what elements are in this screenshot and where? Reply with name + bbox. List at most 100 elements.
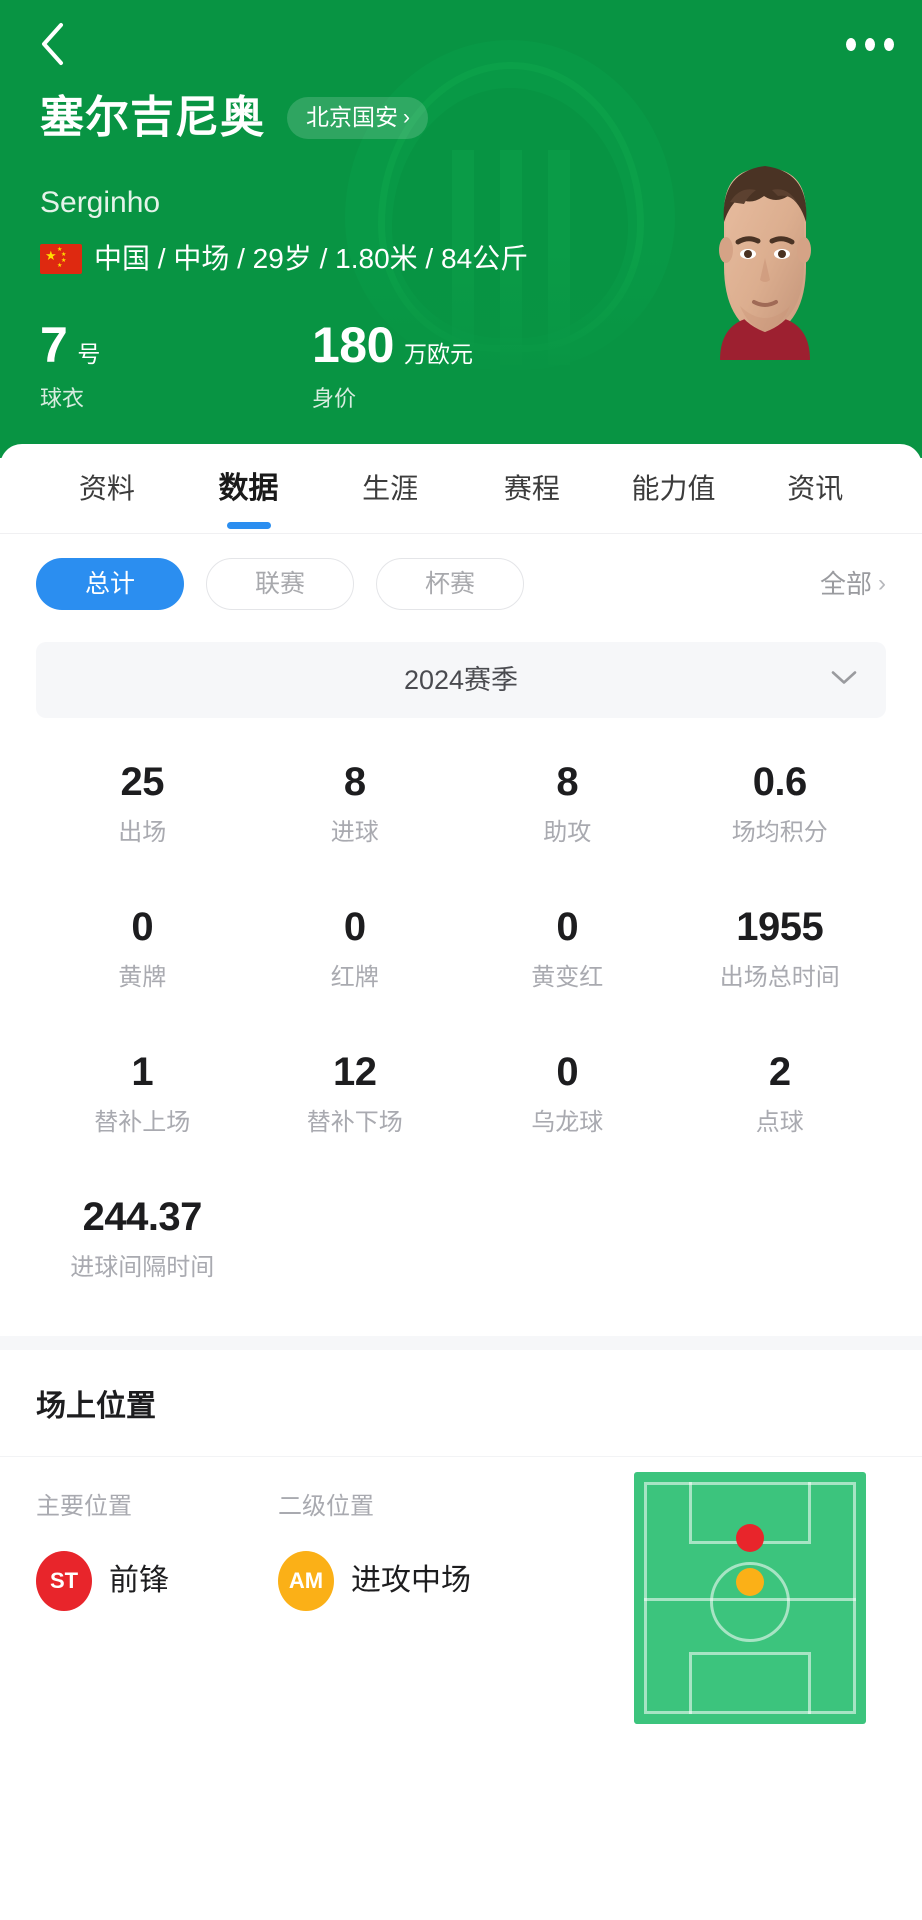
primary-position-badge: ST	[36, 1551, 92, 1611]
chip-league-label: 联赛	[254, 569, 305, 598]
team-link-pill[interactable]: 北京国安 ›	[287, 97, 428, 139]
section-divider	[0, 1336, 922, 1350]
more-dot-1	[846, 37, 856, 51]
kpi-jersey-label: 球衣	[40, 386, 85, 411]
stat-label: 替补上场	[94, 1109, 191, 1136]
kpi-market-value-amount: 180	[312, 317, 394, 373]
secondary-position-title: 二级位置	[278, 1493, 374, 1520]
chip-cup[interactable]: 杯赛	[376, 558, 524, 610]
tab-ratings[interactable]: 能力值	[603, 472, 745, 504]
stat-red-cards: 0 红牌	[249, 907, 462, 990]
more-options-button[interactable]	[840, 18, 900, 70]
stat-empty-1	[249, 1197, 462, 1280]
chip-total[interactable]: 总计	[36, 558, 184, 610]
pitch-secondary-position-dot	[736, 1568, 764, 1596]
primary-position-name: 前锋	[109, 1564, 169, 1597]
stat-value: 244.37	[82, 1195, 203, 1239]
tab-bar: 资料 数据 生涯 赛程 能力值 资讯	[0, 444, 922, 534]
position-section-title: 场上位置	[0, 1350, 922, 1457]
stat-label: 出场	[118, 819, 167, 846]
tab-news[interactable]: 资讯	[744, 472, 886, 504]
stat-label: 黄牌	[118, 964, 167, 991]
player-profile-page: 塞尔吉尼奥 北京国安 › Serginho ★ ★ ★ ★ ★ 中国 / 中场 …	[0, 0, 922, 1920]
tab-active-underline	[226, 521, 271, 529]
tab-ratings-label: 能力值	[631, 472, 716, 504]
stat-empty-2	[461, 1197, 674, 1280]
chevron-down-icon	[830, 670, 858, 691]
stat-appearances: 25 出场	[36, 762, 249, 845]
stat-label: 点球	[755, 1109, 804, 1136]
stat-value: 1955	[736, 905, 824, 949]
flag-small-star-4: ★	[57, 263, 63, 269]
stat-goals: 8 进球	[249, 762, 462, 845]
stat-subbed-off: 12 替补下场	[249, 1052, 462, 1135]
chevron-right-icon: ›	[878, 570, 886, 597]
stat-value: 0.6	[752, 760, 808, 804]
stat-label: 黄变红	[531, 964, 604, 991]
stat-minutes-played: 1955 出场总时间	[674, 907, 887, 990]
stat-penalties: 2 点球	[674, 1052, 887, 1135]
china-flag-icon: ★ ★ ★ ★ ★	[40, 244, 82, 274]
player-avatar	[700, 146, 830, 360]
tab-stats[interactable]: 数据	[178, 471, 320, 529]
stats-grid: 25 出场 8 进球 8 助攻 0.6 场均积分 0 黄牌 0 红牌 0 黄变红…	[0, 762, 922, 1280]
filter-all-button[interactable]: 全部 ›	[820, 571, 886, 597]
pitch-primary-position-dot	[736, 1524, 764, 1552]
stat-value: 8	[343, 760, 366, 804]
stat-value: 2	[768, 1050, 791, 1094]
chip-cup-label: 杯赛	[424, 569, 475, 598]
secondary-position-name: 进攻中场	[351, 1564, 471, 1597]
tab-news-label: 资讯	[787, 472, 844, 504]
back-button[interactable]	[22, 14, 82, 74]
flag-big-star: ★	[45, 248, 57, 263]
tab-stats-label: 数据	[218, 471, 279, 505]
more-dot-2	[865, 37, 875, 51]
primary-position-title: 主要位置	[36, 1493, 132, 1520]
season-selector[interactable]: 2024赛季	[36, 642, 886, 718]
season-label: 2024赛季	[403, 664, 519, 695]
primary-position-column: 主要位置 ST 前锋	[36, 1495, 278, 1611]
kpi-market-value-label: 身价	[312, 386, 357, 411]
stat-avg-points: 0.6 场均积分	[674, 762, 887, 845]
stat-assists: 8 助攻	[461, 762, 674, 845]
stat-subbed-on: 1 替补上场	[36, 1052, 249, 1135]
stat-label: 红牌	[330, 964, 379, 991]
secondary-position-code: AM	[288, 1568, 324, 1593]
tab-profile-label: 资料	[78, 472, 135, 504]
tab-fixtures[interactable]: 赛程	[461, 474, 603, 503]
position-section: 主要位置 ST 前锋 二级位置 AM 进攻中场	[0, 1457, 922, 1777]
stat-own-goals: 0 乌龙球	[461, 1052, 674, 1135]
stat-label: 替补下场	[306, 1109, 403, 1136]
more-dot-3	[884, 37, 894, 51]
pitch-diagram	[634, 1472, 866, 1724]
tab-career[interactable]: 生涯	[319, 472, 461, 504]
kpi-market-value-unit: 万欧元	[403, 341, 473, 367]
secondary-position-column: 二级位置 AM 进攻中场	[278, 1495, 520, 1611]
chevron-left-icon	[42, 23, 63, 65]
pitch-penalty-box-bottom	[689, 1652, 811, 1714]
stat-value: 1	[131, 1050, 154, 1094]
tab-career-label: 生涯	[362, 472, 419, 504]
stat-label: 出场总时间	[719, 964, 840, 991]
tab-profile[interactable]: 资料	[36, 472, 178, 504]
stat-value: 0	[556, 905, 579, 949]
chip-total-label: 总计	[84, 569, 135, 598]
stat-value: 0	[556, 1050, 579, 1094]
player-meta-text: 中国 / 中场 / 29岁 / 1.80米 / 84公斤	[94, 243, 529, 274]
stat-value: 12	[333, 1050, 377, 1094]
player-name-en: Serginho	[40, 186, 161, 219]
stat-label: 进球	[330, 819, 379, 846]
stat-value: 25	[120, 760, 165, 804]
kpi-jersey-unit: 号	[77, 341, 101, 367]
stat-value: 8	[556, 760, 579, 804]
stat-label: 进球间隔时间	[70, 1254, 215, 1281]
kpi-market-value: 180 万欧元 身价	[312, 320, 473, 410]
stat-label: 场均积分	[731, 819, 828, 846]
content-sheet: 资料 数据 生涯 赛程 能力值 资讯 总计 联赛 杯赛 全部 › 2024赛季 …	[0, 444, 922, 1920]
secondary-position-badge: AM	[278, 1551, 334, 1611]
player-meta-row: ★ ★ ★ ★ ★ 中国 / 中场 / 29岁 / 1.80米 / 84公斤	[40, 244, 528, 274]
player-name-cn: 塞尔吉尼奥	[40, 93, 265, 142]
team-name: 北京国安	[306, 104, 398, 130]
stat-label: 乌龙球	[531, 1109, 604, 1136]
chip-league[interactable]: 联赛	[206, 558, 354, 610]
